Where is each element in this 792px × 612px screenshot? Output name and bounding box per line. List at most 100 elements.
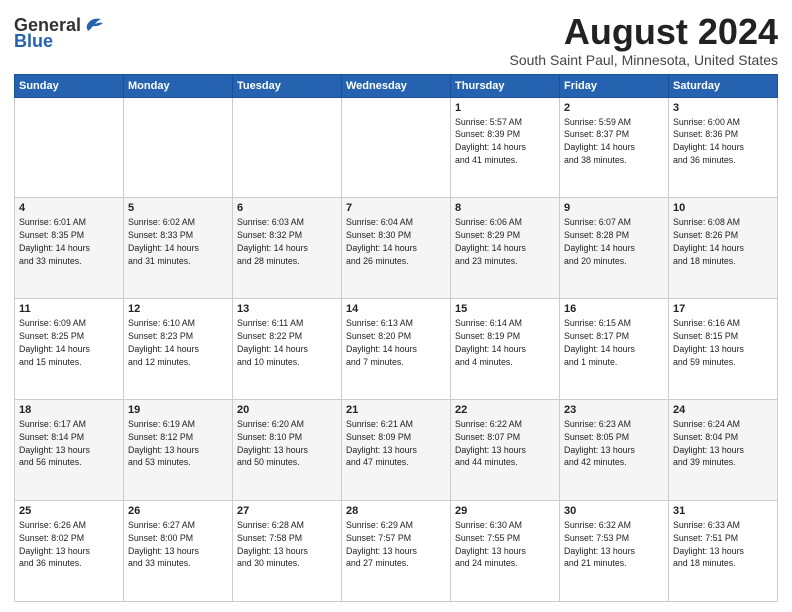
location-subtitle: South Saint Paul, Minnesota, United Stat… bbox=[510, 52, 779, 68]
calendar-cell: 23 Sunrise: 6:23 AMSunset: 8:05 PMDayligh… bbox=[560, 400, 669, 501]
day-number: 6 bbox=[237, 202, 337, 214]
calendar-cell: 19Sunrise: 6:19 AMSunset: 8:12 PMDayligh… bbox=[124, 400, 233, 501]
day-number: 21 bbox=[346, 404, 446, 416]
weekday-header-saturday: Saturday bbox=[669, 74, 778, 97]
day-number: 5 bbox=[128, 202, 228, 214]
day-info: Sunrise: 6:03 AMSunset: 8:32 PMDaylight:… bbox=[237, 216, 337, 267]
day-info: Sunrise: 6:17 AMSunset: 8:14 PMDaylight:… bbox=[19, 418, 119, 469]
calendar-cell: 21 Sunrise: 6:21 AMSunset: 8:09 PMDayligh… bbox=[342, 400, 451, 501]
calendar-cell: 5 Sunrise: 6:02 AMSunset: 8:33 PMDaylight… bbox=[124, 198, 233, 299]
day-info: Sunrise: 5:57 AMSunset: 8:39 PMDaylight:… bbox=[455, 116, 555, 167]
day-info: Sunrise: 6:32 AMSunset: 7:53 PMDaylight:… bbox=[564, 519, 664, 570]
weekday-header-monday: Monday bbox=[124, 74, 233, 97]
day-info: Sunrise: 6:02 AMSunset: 8:33 PMDaylight:… bbox=[128, 216, 228, 267]
day-number: 25 bbox=[19, 505, 119, 517]
calendar-cell: 16 Sunrise: 6:15 AMSunset: 8:17 PMDayligh… bbox=[560, 299, 669, 400]
calendar-cell: 18 Sunrise: 6:17 AMSunset: 8:14 PMDayligh… bbox=[15, 400, 124, 501]
day-info: Sunrise: 6:16 AMSunset: 8:15 PMDaylight:… bbox=[673, 317, 773, 368]
logo-bird-icon bbox=[83, 15, 105, 33]
calendar-week-3: 11 Sunrise: 6:09 AMSunset: 8:25 PMDayligh… bbox=[15, 299, 778, 400]
logo: General Blue bbox=[14, 16, 105, 50]
calendar-table: SundayMondayTuesdayWednesdayThursdayFrid… bbox=[14, 74, 778, 602]
day-number: 26 bbox=[128, 505, 228, 517]
day-info: Sunrise: 6:28 AMSunset: 7:58 PMDaylight:… bbox=[237, 519, 337, 570]
day-number: 9 bbox=[564, 202, 664, 214]
calendar-cell: 31 Sunrise: 6:33 AMSunset: 7:51 PMDayligh… bbox=[669, 501, 778, 602]
calendar-cell: 1 Sunrise: 5:57 AMSunset: 8:39 PMDaylight… bbox=[451, 97, 560, 198]
page: General Blue August 2024 South Saint Pau… bbox=[0, 0, 792, 612]
day-info: Sunrise: 6:20 AMSunset: 8:10 PMDaylight:… bbox=[237, 418, 337, 469]
day-number: 18 bbox=[19, 404, 119, 416]
calendar-cell: 17 Sunrise: 6:16 AMSunset: 8:15 PMDayligh… bbox=[669, 299, 778, 400]
calendar-cell: 22 Sunrise: 6:22 AMSunset: 8:07 PMDayligh… bbox=[451, 400, 560, 501]
calendar-cell: 9 Sunrise: 6:07 AMSunset: 8:28 PMDaylight… bbox=[560, 198, 669, 299]
calendar-cell: 8Sunrise: 6:06 AMSunset: 8:29 PMDaylight… bbox=[451, 198, 560, 299]
day-number: 24 bbox=[673, 404, 773, 416]
header: General Blue August 2024 South Saint Pau… bbox=[14, 12, 778, 68]
calendar-cell bbox=[342, 97, 451, 198]
day-info: Sunrise: 6:09 AMSunset: 8:25 PMDaylight:… bbox=[19, 317, 119, 368]
calendar-week-5: 25 Sunrise: 6:26 AMSunset: 8:02 PMDayligh… bbox=[15, 501, 778, 602]
calendar-cell: 25 Sunrise: 6:26 AMSunset: 8:02 PMDayligh… bbox=[15, 501, 124, 602]
day-info: Sunrise: 6:24 AMSunset: 8:04 PMDaylight:… bbox=[673, 418, 773, 469]
day-number: 31 bbox=[673, 505, 773, 517]
calendar-cell bbox=[124, 97, 233, 198]
weekday-header-row: SundayMondayTuesdayWednesdayThursdayFrid… bbox=[15, 74, 778, 97]
day-info: Sunrise: 6:15 AMSunset: 8:17 PMDaylight:… bbox=[564, 317, 664, 368]
calendar-cell: 3Sunrise: 6:00 AMSunset: 8:36 PMDaylight… bbox=[669, 97, 778, 198]
day-number: 23 bbox=[564, 404, 664, 416]
calendar-cell: 13Sunrise: 6:11 AMSunset: 8:22 PMDayligh… bbox=[233, 299, 342, 400]
weekday-header-friday: Friday bbox=[560, 74, 669, 97]
day-number: 12 bbox=[128, 303, 228, 315]
day-number: 28 bbox=[346, 505, 446, 517]
day-number: 11 bbox=[19, 303, 119, 315]
weekday-header-wednesday: Wednesday bbox=[342, 74, 451, 97]
day-info: Sunrise: 6:00 AMSunset: 8:36 PMDaylight:… bbox=[673, 116, 773, 167]
day-info: Sunrise: 6:21 AMSunset: 8:09 PMDaylight:… bbox=[346, 418, 446, 469]
day-info: Sunrise: 6:19 AMSunset: 8:12 PMDaylight:… bbox=[128, 418, 228, 469]
day-number: 10 bbox=[673, 202, 773, 214]
day-number: 22 bbox=[455, 404, 555, 416]
calendar-cell: 24 Sunrise: 6:24 AMSunset: 8:04 PMDayligh… bbox=[669, 400, 778, 501]
day-number: 17 bbox=[673, 303, 773, 315]
day-number: 16 bbox=[564, 303, 664, 315]
calendar-cell: 27 Sunrise: 6:28 AMSunset: 7:58 PMDayligh… bbox=[233, 501, 342, 602]
day-info: Sunrise: 6:07 AMSunset: 8:28 PMDaylight:… bbox=[564, 216, 664, 267]
day-info: Sunrise: 6:04 AMSunset: 8:30 PMDaylight:… bbox=[346, 216, 446, 267]
calendar-cell: 7 Sunrise: 6:04 AMSunset: 8:30 PMDaylight… bbox=[342, 198, 451, 299]
day-info: Sunrise: 6:22 AMSunset: 8:07 PMDaylight:… bbox=[455, 418, 555, 469]
weekday-header-tuesday: Tuesday bbox=[233, 74, 342, 97]
day-info: Sunrise: 6:26 AMSunset: 8:02 PMDaylight:… bbox=[19, 519, 119, 570]
calendar-cell: 4Sunrise: 6:01 AMSunset: 8:35 PMDaylight… bbox=[15, 198, 124, 299]
day-number: 7 bbox=[346, 202, 446, 214]
day-info: Sunrise: 6:06 AMSunset: 8:29 PMDaylight:… bbox=[455, 216, 555, 267]
day-info: Sunrise: 6:29 AMSunset: 7:57 PMDaylight:… bbox=[346, 519, 446, 570]
calendar-week-4: 18 Sunrise: 6:17 AMSunset: 8:14 PMDayligh… bbox=[15, 400, 778, 501]
calendar-cell: 26Sunrise: 6:27 AMSunset: 8:00 PMDayligh… bbox=[124, 501, 233, 602]
day-number: 13 bbox=[237, 303, 337, 315]
calendar-cell: 20Sunrise: 6:20 AMSunset: 8:10 PMDayligh… bbox=[233, 400, 342, 501]
day-info: Sunrise: 6:23 AMSunset: 8:05 PMDaylight:… bbox=[564, 418, 664, 469]
day-number: 27 bbox=[237, 505, 337, 517]
month-year-title: August 2024 bbox=[510, 12, 779, 52]
calendar-cell: 30Sunrise: 6:32 AMSunset: 7:53 PMDayligh… bbox=[560, 501, 669, 602]
day-number: 29 bbox=[455, 505, 555, 517]
day-number: 14 bbox=[346, 303, 446, 315]
calendar-cell: 11 Sunrise: 6:09 AMSunset: 8:25 PMDayligh… bbox=[15, 299, 124, 400]
day-info: Sunrise: 6:14 AMSunset: 8:19 PMDaylight:… bbox=[455, 317, 555, 368]
calendar-cell: 29Sunrise: 6:30 AMSunset: 7:55 PMDayligh… bbox=[451, 501, 560, 602]
day-info: Sunrise: 6:08 AMSunset: 8:26 PMDaylight:… bbox=[673, 216, 773, 267]
calendar-cell bbox=[233, 97, 342, 198]
calendar-cell: 2Sunrise: 5:59 AMSunset: 8:37 PMDaylight… bbox=[560, 97, 669, 198]
day-number: 15 bbox=[455, 303, 555, 315]
calendar-cell: 14Sunrise: 6:13 AMSunset: 8:20 PMDayligh… bbox=[342, 299, 451, 400]
title-block: August 2024 South Saint Paul, Minnesota,… bbox=[510, 12, 779, 68]
weekday-header-thursday: Thursday bbox=[451, 74, 560, 97]
day-number: 1 bbox=[455, 102, 555, 114]
day-info: Sunrise: 6:33 AMSunset: 7:51 PMDaylight:… bbox=[673, 519, 773, 570]
calendar-cell: 15 Sunrise: 6:14 AMSunset: 8:19 PMDayligh… bbox=[451, 299, 560, 400]
logo-blue: Blue bbox=[14, 32, 53, 50]
calendar-week-2: 4Sunrise: 6:01 AMSunset: 8:35 PMDaylight… bbox=[15, 198, 778, 299]
calendar-cell: 28 Sunrise: 6:29 AMSunset: 7:57 PMDayligh… bbox=[342, 501, 451, 602]
day-number: 4 bbox=[19, 202, 119, 214]
